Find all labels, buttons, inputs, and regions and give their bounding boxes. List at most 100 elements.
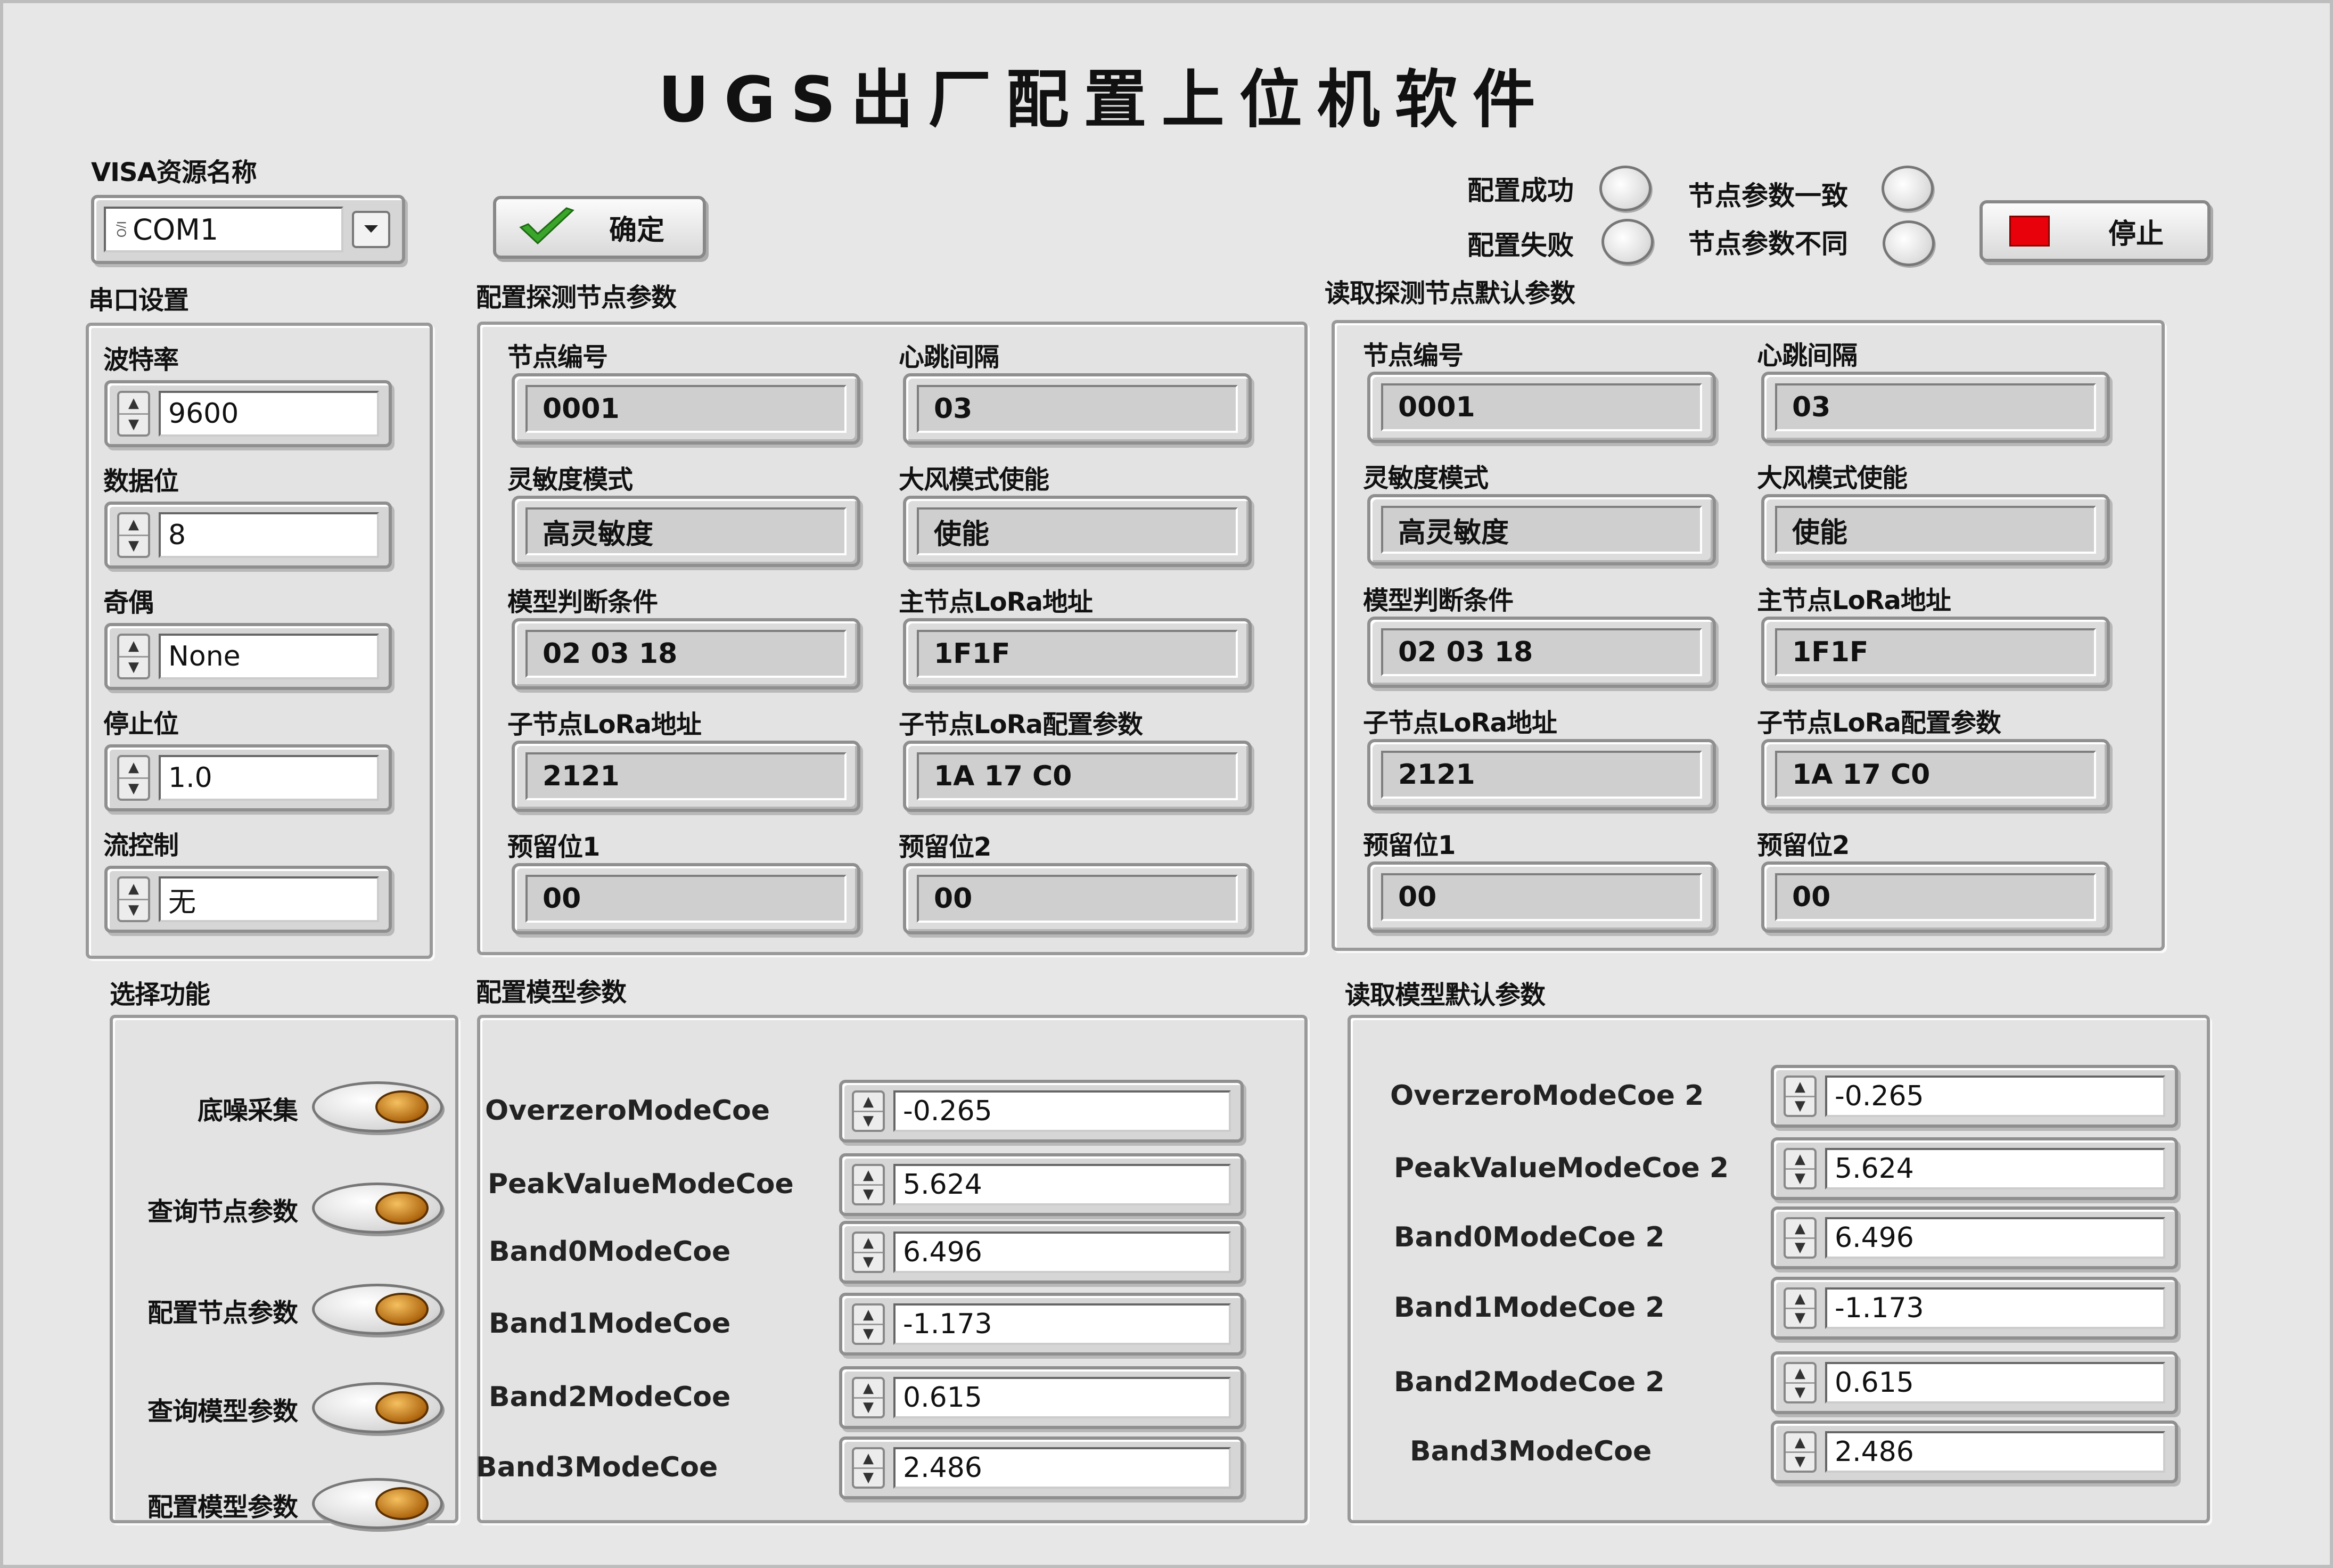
node-field-value: 03 — [1775, 383, 2096, 431]
node-field-display: 02 03 18 — [512, 618, 860, 689]
node-field-display: 1F1F — [1761, 617, 2110, 688]
model-param-value[interactable]: 0.615 — [1825, 1362, 2165, 1403]
model-param-control[interactable]: ▲ ▼ 2.486 — [1771, 1421, 2178, 1483]
spinner-arrows-icon[interactable]: ▲ ▼ — [117, 634, 150, 679]
function-label: 配置模型参数 — [147, 1492, 298, 1522]
node-field-display: 2121 — [512, 741, 860, 812]
node-field-display: 00 — [1761, 861, 2110, 933]
node-field-value: 2121 — [1381, 751, 1702, 799]
app-title: UGS出厂配置上位机软件 — [658, 63, 1550, 136]
spinner-arrows-icon[interactable]: ▲ ▼ — [1784, 1287, 1817, 1329]
visa-resource-selector[interactable]: I/O COM1 — [91, 195, 405, 264]
spinner-arrows-icon[interactable]: ▲ ▼ — [1784, 1148, 1817, 1189]
node-field-label: 预留位1 — [1363, 831, 1456, 860]
node-field-label: 模型判断条件 — [507, 587, 658, 617]
model-param-control[interactable]: ▲ ▼ 0.615 — [839, 1366, 1244, 1429]
spinner-arrows-icon[interactable]: ▲ ▼ — [852, 1303, 885, 1345]
model-param-control[interactable]: ▲ ▼ -0.265 — [839, 1080, 1244, 1143]
functions-section-title: 选择功能 — [110, 980, 210, 1009]
check-icon — [519, 207, 574, 245]
node-field-display: 使能 — [1761, 494, 2110, 565]
model-param-control[interactable]: ▲ ▼ 2.486 — [839, 1436, 1244, 1499]
spinner-arrows-icon[interactable]: ▲ ▼ — [1784, 1217, 1817, 1259]
stop-indicator-icon — [2009, 216, 2050, 247]
node-params-diff-led — [1883, 220, 1935, 266]
node-field-label: 主节点LoRa地址 — [899, 587, 1093, 617]
stop-button[interactable]: 停止 — [1979, 200, 2211, 262]
model-param-value[interactable]: -0.265 — [1825, 1076, 2165, 1117]
dropdown-arrow-icon[interactable] — [352, 211, 390, 248]
spinner-arrows-icon[interactable]: ▲ ▼ — [117, 391, 150, 437]
spinner-arrows-icon[interactable]: ▲ ▼ — [852, 1377, 885, 1418]
ok-button[interactable]: 确定 — [493, 196, 706, 259]
model-param-value[interactable]: -1.173 — [1825, 1287, 2165, 1329]
model-param-control[interactable]: ▲ ▼ 0.615 — [1771, 1351, 2178, 1414]
spinner-arrows-icon[interactable]: ▲ ▼ — [117, 755, 150, 801]
model-param-control[interactable]: ▲ ▼ 6.496 — [1771, 1206, 2178, 1269]
spinner-arrows-icon[interactable]: ▲ ▼ — [117, 512, 150, 558]
function-toggle[interactable] — [312, 1183, 443, 1234]
spinner-arrows-icon[interactable]: ▲ ▼ — [852, 1090, 885, 1132]
serial-field-label: 数据位 — [103, 466, 179, 496]
spinner-arrows-icon[interactable]: ▲ ▼ — [852, 1447, 885, 1489]
node-field-value: 0001 — [525, 385, 847, 433]
model-param-value[interactable]: -0.265 — [893, 1090, 1231, 1132]
serial-field-control[interactable]: ▲ ▼ 9600 — [104, 380, 392, 447]
serial-section-title: 串口设置 — [88, 285, 189, 315]
serial-field-label: 奇偶 — [103, 588, 154, 618]
model-param-value[interactable]: 6.496 — [1825, 1217, 2165, 1259]
function-toggle[interactable] — [312, 1478, 443, 1529]
model-param-label: Band3ModeCoe — [1410, 1435, 1652, 1467]
toggle-knob-icon — [375, 1391, 429, 1424]
model-param-control[interactable]: ▲ ▼ -0.265 — [1771, 1065, 2178, 1128]
spinner-arrows-icon[interactable]: ▲ ▼ — [1784, 1362, 1817, 1403]
node-field-label: 子节点LoRa配置参数 — [1757, 708, 2001, 738]
serial-field-value[interactable]: 无 — [159, 876, 379, 922]
spinner-arrows-icon[interactable]: ▲ ▼ — [1784, 1431, 1817, 1473]
read-node-section-title: 读取探测节点默认参数 — [1325, 278, 1575, 308]
serial-field-value[interactable]: 1.0 — [159, 755, 379, 801]
model-param-value[interactable]: 5.624 — [893, 1164, 1231, 1205]
model-param-control[interactable]: ▲ ▼ 5.624 — [1771, 1137, 2178, 1200]
model-param-control[interactable]: ▲ ▼ -1.173 — [1771, 1277, 2178, 1340]
spinner-arrows-icon[interactable]: ▲ ▼ — [1784, 1076, 1817, 1117]
visa-label: VISA资源名称 — [91, 158, 257, 187]
function-label: 底噪采集 — [197, 1096, 298, 1126]
model-param-control[interactable]: ▲ ▼ -1.173 — [839, 1293, 1244, 1356]
serial-field-control[interactable]: ▲ ▼ 8 — [104, 502, 392, 569]
node-field-label: 大风模式使能 — [1757, 463, 1908, 493]
serial-field-control[interactable]: ▲ ▼ 1.0 — [104, 744, 392, 811]
model-param-value[interactable]: 0.615 — [893, 1377, 1231, 1418]
function-label: 配置节点参数 — [147, 1298, 298, 1328]
spinner-arrows-icon[interactable]: ▲ ▼ — [852, 1164, 885, 1205]
model-param-control[interactable]: ▲ ▼ 5.624 — [839, 1153, 1244, 1216]
node-field-display: 02 03 18 — [1367, 617, 1716, 688]
model-param-label: PeakValueModeCoe — [488, 1168, 794, 1200]
node-field-display: 1A 17 C0 — [903, 741, 1252, 812]
function-toggle[interactable] — [312, 1284, 443, 1335]
node-field-value: 1A 17 C0 — [917, 752, 1238, 800]
node-field-label: 模型判断条件 — [1363, 586, 1514, 615]
model-param-value[interactable]: 2.486 — [1825, 1431, 2165, 1473]
serial-field-value[interactable]: 8 — [159, 512, 379, 558]
node-field-display: 0001 — [1367, 372, 1716, 443]
serial-field-value[interactable]: 9600 — [159, 391, 379, 437]
model-param-value[interactable]: 5.624 — [1825, 1148, 2165, 1189]
function-toggle[interactable] — [312, 1081, 443, 1132]
model-param-value[interactable]: -1.173 — [893, 1303, 1231, 1345]
model-param-value[interactable]: 6.496 — [893, 1232, 1231, 1273]
spinner-arrows-icon[interactable]: ▲ ▼ — [852, 1232, 885, 1273]
node-field-label: 大风模式使能 — [899, 465, 1049, 495]
spinner-arrows-icon[interactable]: ▲ ▼ — [117, 876, 150, 922]
serial-field-value[interactable]: None — [159, 634, 379, 679]
model-param-value[interactable]: 2.486 — [893, 1447, 1231, 1489]
serial-field-control[interactable]: ▲ ▼ None — [104, 623, 392, 690]
node-field-label: 心跳间隔 — [1757, 341, 1858, 371]
serial-field-control[interactable]: ▲ ▼ 无 — [104, 866, 392, 933]
model-param-label: OverzeroModeCoe 2 — [1390, 1080, 1704, 1112]
model-param-label: Band1ModeCoe 2 — [1394, 1292, 1665, 1324]
model-param-control[interactable]: ▲ ▼ 6.496 — [839, 1221, 1244, 1284]
function-toggle[interactable] — [312, 1382, 443, 1433]
read-model-section-title: 读取模型默认参数 — [1345, 980, 1546, 1010]
node-field-value: 03 — [917, 385, 1238, 433]
